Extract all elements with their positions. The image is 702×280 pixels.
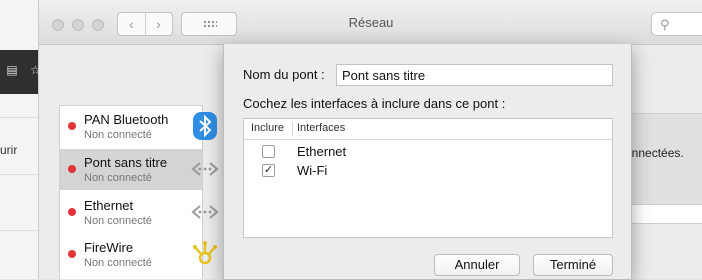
service-status: Non connecté (84, 172, 152, 184)
service-item-firewire[interactable]: FireWire Non connecté (60, 234, 217, 275)
status-dot (68, 208, 76, 216)
service-name: Ethernet (84, 198, 134, 213)
divider (0, 117, 38, 118)
column-header-include[interactable]: Inclure (251, 122, 284, 134)
interface-name: Ethernet (297, 144, 347, 159)
service-status: Non connecté (84, 215, 152, 227)
status-text-fragment: onnectées. (625, 146, 684, 160)
checkmark-icon: ✓ (263, 164, 274, 176)
service-name: Pont sans titre (84, 155, 168, 170)
service-list: PAN Bluetooth Non connecté Pont sans tit… (59, 105, 219, 279)
toolbar-icon-partial: ☆ (30, 63, 38, 77)
firewire-icon (193, 241, 217, 265)
ethernet-arrows-icon (191, 205, 219, 219)
bridge-name-input[interactable]: Pont sans titre (336, 64, 613, 86)
include-checkbox-ethernet[interactable] (262, 145, 275, 158)
background-field (623, 204, 702, 224)
column-separator (292, 122, 293, 136)
cancel-button[interactable]: Annuler (434, 254, 520, 276)
status-dot (68, 165, 76, 173)
done-button[interactable]: Terminé (533, 254, 613, 276)
service-status: Non connecté (84, 129, 152, 141)
divider (0, 174, 38, 175)
service-name: FireWire (84, 240, 134, 255)
service-item-pont-sans-titre[interactable]: Pont sans titre Non connecté (60, 149, 219, 190)
table-row[interactable]: Ethernet (244, 143, 612, 162)
background-window: ▤ ☆ urir (0, 0, 38, 279)
include-checkbox-wifi[interactable]: ✓ (262, 164, 275, 177)
network-preferences-window: ‹ › Réseau ⚲ PAN Bluetooth Non connecté (38, 0, 702, 280)
status-panel (623, 113, 702, 207)
interface-name: Wi-Fi (297, 163, 328, 178)
search-field[interactable]: ⚲ (651, 12, 702, 36)
service-item-pan-bluetooth[interactable]: PAN Bluetooth Non connecté (60, 106, 217, 147)
service-status: Non connecté (84, 257, 152, 269)
table-row[interactable]: ✓ Wi-Fi (244, 162, 612, 181)
service-name: PAN Bluetooth (84, 112, 169, 127)
interfaces-instruction: Cochez les interfaces à inclure dans ce … (243, 96, 506, 111)
divider (0, 230, 38, 231)
status-dot (68, 122, 76, 130)
table-header: Inclure Interfaces (244, 119, 612, 140)
service-item-ethernet[interactable]: Ethernet Non connecté (60, 192, 219, 233)
bluetooth-icon (193, 112, 217, 140)
reader-icon: ▤ (6, 63, 18, 77)
window-title: Réseau (348, 15, 394, 30)
title-bar: ‹ › Réseau ⚲ (39, 0, 702, 45)
interfaces-table: Inclure Interfaces Ethernet ✓ Wi-Fi (243, 118, 613, 238)
background-text-fragment: urir (0, 143, 18, 157)
bridge-name-label: Nom du pont : (243, 67, 325, 82)
bridge-sheet: Nom du pont : Pont sans titre Cochez les… (223, 44, 632, 280)
column-header-interfaces[interactable]: Interfaces (297, 122, 345, 134)
status-dot (68, 250, 76, 258)
bridge-arrows-icon (191, 162, 219, 176)
search-icon: ⚲ (660, 17, 670, 32)
